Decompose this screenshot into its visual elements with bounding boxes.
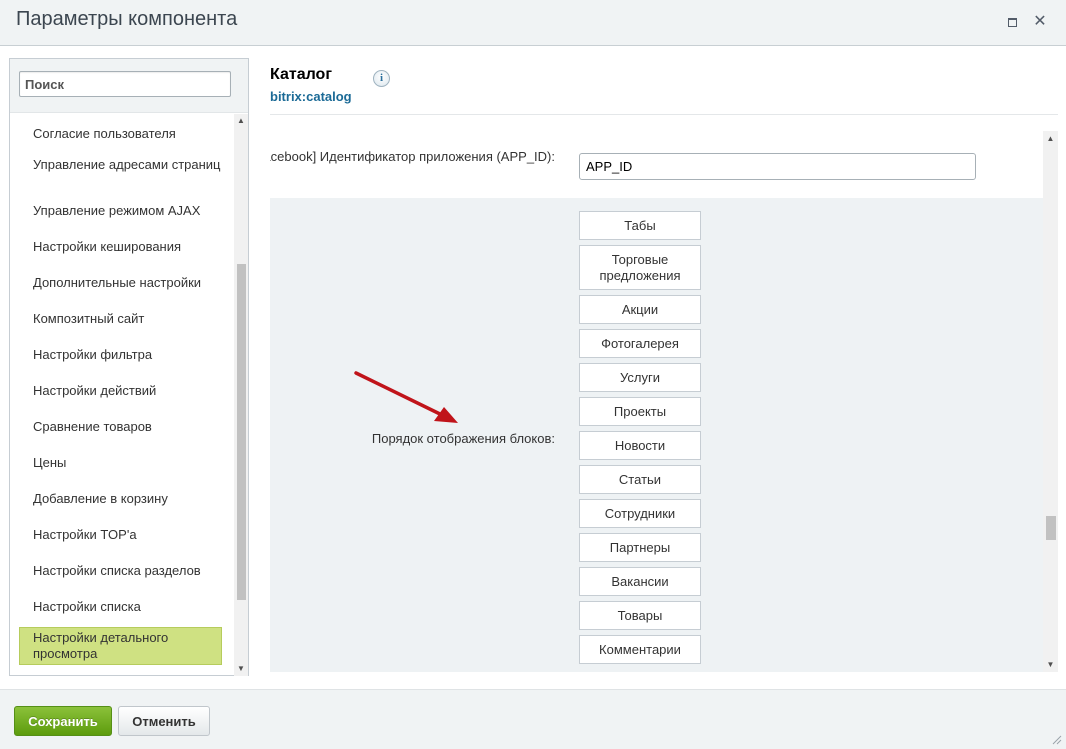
sidebar-item-cache-settings[interactable]: Настройки кеширования xyxy=(19,239,222,255)
sidebar-item-add-to-cart[interactable]: Добавление в корзину xyxy=(19,491,222,507)
close-icon[interactable]: ✕ xyxy=(1030,12,1050,32)
sidebar-item-user-consent[interactable]: Согласие пользователя xyxy=(19,126,222,142)
sidebar-item-prices[interactable]: Цены xyxy=(19,455,222,471)
component-title: Каталог xyxy=(270,66,332,83)
sidebar-item-top-settings[interactable]: Настройки TOP'a xyxy=(19,527,222,543)
block-order-item[interactable]: Статьи xyxy=(579,465,701,494)
block-order-item[interactable]: Сотрудники xyxy=(579,499,701,528)
save-button[interactable]: Сохранить xyxy=(14,706,112,736)
facebook-appid-label: [facebook] Идентификатор приложения (APP… xyxy=(270,149,555,164)
cancel-button[interactable]: Отменить xyxy=(118,706,210,736)
dialog-titlebar[interactable]: Параметры компонента ✕ xyxy=(0,0,1066,46)
scrollbar-thumb[interactable] xyxy=(237,264,246,600)
block-order-item[interactable]: Табы xyxy=(579,211,701,240)
sidebar-item-additional-settings[interactable]: Дополнительные настройки xyxy=(19,275,222,291)
scrollbar-thumb[interactable] xyxy=(1046,516,1056,540)
facebook-appid-input[interactable] xyxy=(579,153,976,180)
block-order-item[interactable]: Торговые предложения xyxy=(579,245,701,290)
header-divider xyxy=(270,114,1058,115)
sidebar-item-filter-settings[interactable]: Настройки фильтра xyxy=(19,347,222,363)
scroll-up-icon[interactable]: ▲ xyxy=(1043,131,1058,146)
sections-scrollbar[interactable]: ▲ ▼ xyxy=(234,114,248,676)
maximize-icon[interactable] xyxy=(1002,12,1022,32)
annotation-arrow-icon xyxy=(354,371,458,423)
scroll-down-icon[interactable]: ▼ xyxy=(1043,657,1058,672)
component-code: bitrix:catalog xyxy=(270,89,352,104)
dialog-footer: Сохранить Отменить xyxy=(0,689,1066,749)
block-order-item[interactable]: Новости xyxy=(579,431,701,460)
block-order-item[interactable]: Партнеры xyxy=(579,533,701,562)
scroll-down-icon[interactable]: ▼ xyxy=(234,662,248,676)
sidebar-item-composite-site[interactable]: Композитный сайт xyxy=(19,311,222,327)
block-order-item[interactable]: Акции xyxy=(579,295,701,324)
block-order-item[interactable]: Услуги xyxy=(579,363,701,392)
param-row-block-order: Порядок отображения блоков: Табы Торговы… xyxy=(270,198,1043,672)
sections-panel: Согласие пользователя Управление адресам… xyxy=(9,58,249,676)
sidebar-item-ajax-mode[interactable]: Управление режимом AJAX xyxy=(19,203,222,219)
sidebar-item-list-settings[interactable]: Настройки списка xyxy=(19,599,222,615)
block-order-item[interactable]: Вакансии xyxy=(579,567,701,596)
sidebar-item-url-management[interactable]: Управление адресами страниц xyxy=(19,157,222,173)
params-scrollbar[interactable]: ▲ ▼ xyxy=(1043,131,1058,672)
sidebar-item-compare-products[interactable]: Сравнение товаров xyxy=(19,419,222,435)
dialog-title: Параметры компонента xyxy=(16,8,238,30)
search-input[interactable] xyxy=(19,71,231,97)
block-order-item[interactable]: Комментарии xyxy=(579,635,701,664)
search-bar xyxy=(10,59,248,113)
info-icon[interactable]: i xyxy=(373,70,390,87)
sidebar-item-action-settings[interactable]: Настройки действий xyxy=(19,383,222,399)
block-order-item[interactable]: Проекты xyxy=(579,397,701,426)
block-order-item[interactable]: Товары xyxy=(579,601,701,630)
sidebar-item-detail-view-settings[interactable]: Настройки детального просмотра xyxy=(19,627,222,665)
sidebar-item-section-list-settings[interactable]: Настройки списка разделов xyxy=(19,563,222,579)
param-row-facebook-appid: [facebook] Идентификатор приложения (APP… xyxy=(270,131,1043,198)
scroll-up-icon[interactable]: ▲ xyxy=(234,114,248,128)
resize-grip-icon[interactable] xyxy=(1052,735,1062,745)
block-order-item[interactable]: Фотогалерея xyxy=(579,329,701,358)
sections-list: Согласие пользователя Управление адресам… xyxy=(10,114,236,676)
